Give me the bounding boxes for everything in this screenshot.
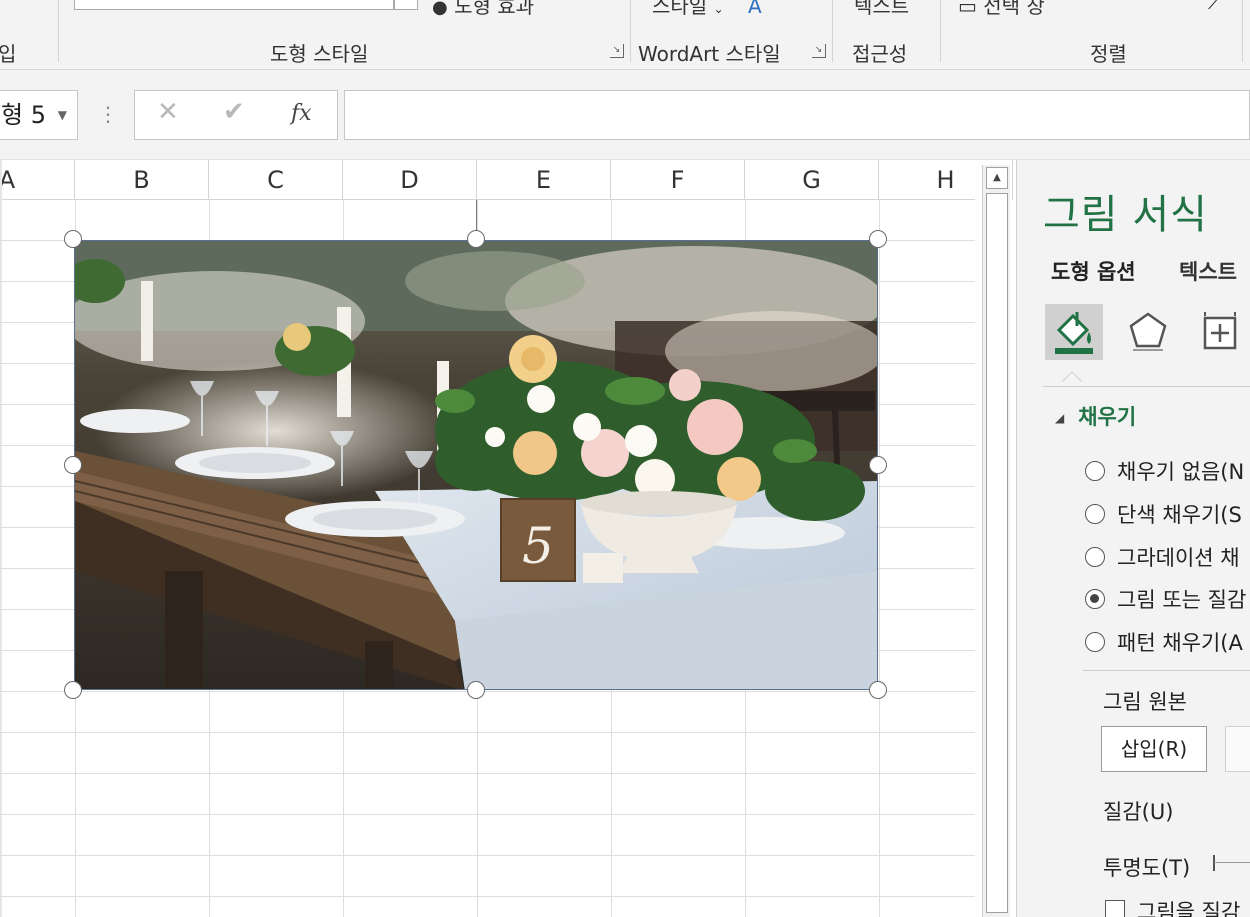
texture-label: 질감(U) bbox=[1103, 800, 1174, 824]
fill-section-label: 채우기 bbox=[1078, 405, 1137, 429]
column-header-a[interactable]: A bbox=[0, 160, 75, 200]
shape-effects-icon: ● bbox=[432, 0, 448, 18]
fill-option-label: 그림 또는 질감 bbox=[1117, 588, 1247, 612]
format-picture-pane: 그림 서식 도형 옵션 텍스트 ◢ 채우기 채우기 없음(N 단색 채우기(S bbox=[1016, 160, 1250, 917]
ribbon-separator bbox=[630, 0, 631, 62]
effects-icon[interactable] bbox=[1119, 304, 1177, 360]
radio-button[interactable] bbox=[1085, 547, 1105, 567]
text-fill-icon: A bbox=[747, 0, 762, 18]
transparency-label: 투명도(T) bbox=[1103, 856, 1191, 880]
tile-picture-label: 그림을 질감 bbox=[1137, 900, 1241, 917]
alt-text-button[interactable]: 텍스트 bbox=[854, 0, 909, 19]
column-header-d[interactable]: D bbox=[343, 160, 477, 200]
resize-handle-bottom-right[interactable] bbox=[869, 681, 887, 699]
radio-button-selected[interactable] bbox=[1085, 589, 1105, 609]
scroll-up-icon[interactable]: ▲ bbox=[986, 167, 1008, 189]
fill-option-label: 그라데이션 채 bbox=[1117, 546, 1240, 570]
shape-styles-launcher[interactable]: ↘ bbox=[610, 44, 624, 58]
chevron-down-icon[interactable]: ▼ bbox=[58, 91, 67, 139]
ribbon: 입 ● 도형 효과 도형 스타일 ↘ 스타일 ⌄ A WordArt 스타일 ↘… bbox=[0, 0, 1250, 70]
fill-section-header[interactable]: ◢ 채우기 bbox=[1055, 401, 1136, 431]
collapse-triangle-icon[interactable]: ◢ bbox=[1055, 411, 1064, 425]
wordart-styles-button[interactable]: 스타일 ⌄ A bbox=[652, 0, 762, 19]
fill-line-icon[interactable] bbox=[1045, 304, 1103, 360]
formula-input[interactable] bbox=[344, 90, 1250, 140]
shape-style-gallery[interactable] bbox=[74, 0, 394, 10]
insert-function-button[interactable]: fx bbox=[291, 101, 312, 126]
fill-option-solid[interactable]: 단색 채우기(S bbox=[1085, 499, 1242, 529]
radio-button[interactable] bbox=[1085, 632, 1105, 652]
resize-handle-bottom[interactable] bbox=[467, 681, 485, 699]
picture-image: 5 bbox=[75, 241, 877, 689]
ribbon-group-shape-styles: 도형 스타일 bbox=[270, 42, 369, 66]
fill-option-none[interactable]: 채우기 없음(N bbox=[1085, 456, 1244, 486]
tab-text-options[interactable]: 텍스트 bbox=[1179, 256, 1237, 286]
column-headers: A B C D E F G H bbox=[0, 160, 1013, 200]
ribbon-separator bbox=[1242, 0, 1243, 62]
resize-handle-left[interactable] bbox=[64, 456, 82, 474]
ribbon-group-wordart: WordArt 스타일 bbox=[638, 42, 781, 66]
transparency-slider-handle[interactable] bbox=[1213, 855, 1215, 871]
ribbon-separator bbox=[58, 0, 59, 62]
insert-button[interactable]: 삽입(R) bbox=[1101, 726, 1207, 772]
resize-handle-top-right[interactable] bbox=[869, 230, 887, 248]
cancel-icon[interactable]: ✕ bbox=[157, 97, 179, 127]
name-box-value: 형 5 bbox=[1, 101, 46, 129]
resize-handle-right[interactable] bbox=[869, 456, 887, 474]
tab-shape-options[interactable]: 도형 옵션 bbox=[1051, 256, 1136, 286]
formula-bar: 형 5 ▼ ⋮ ✕ ✔ fx bbox=[0, 70, 1250, 160]
rotation-handle[interactable] bbox=[467, 230, 485, 248]
shape-effects-label: 도형 효과 bbox=[454, 0, 535, 18]
vertical-scrollbar[interactable]: ▲ bbox=[982, 165, 1010, 917]
clipboard-button[interactable] bbox=[1225, 726, 1250, 772]
ribbon-group-arrange: 정렬 bbox=[1090, 42, 1127, 66]
pane-title: 그림 서식 bbox=[1043, 192, 1208, 238]
size-properties-icon[interactable] bbox=[1193, 304, 1250, 360]
enter-icon[interactable]: ✔ bbox=[223, 97, 245, 127]
shape-effects-button[interactable]: ● 도형 효과 bbox=[432, 0, 534, 19]
fill-option-label: 채우기 없음(N bbox=[1117, 460, 1245, 484]
rotate-icon[interactable]: ⟋ bbox=[1208, 0, 1222, 14]
selection-pane-label: 선택 창 bbox=[983, 0, 1045, 18]
formula-buttons: ✕ ✔ fx bbox=[134, 90, 338, 140]
ribbon-group-left-fragment: 입 bbox=[0, 38, 16, 67]
transparency-slider[interactable] bbox=[1214, 862, 1250, 863]
shape-style-gallery-more[interactable] bbox=[394, 0, 418, 10]
pane-divider bbox=[1043, 386, 1250, 387]
formula-bar-grip-icon[interactable]: ⋮ bbox=[98, 102, 118, 126]
tab-pointer bbox=[1062, 371, 1082, 391]
column-header-f[interactable]: F bbox=[611, 160, 745, 200]
column-header-c[interactable]: C bbox=[209, 160, 343, 200]
pane-divider bbox=[1083, 670, 1250, 671]
radio-button[interactable] bbox=[1085, 461, 1105, 481]
column-header-b[interactable]: B bbox=[75, 160, 209, 200]
resize-handle-top-left[interactable] bbox=[64, 230, 82, 248]
name-box[interactable]: 형 5 ▼ bbox=[0, 90, 78, 140]
fill-option-gradient[interactable]: 그라데이션 채 bbox=[1085, 542, 1240, 572]
column-header-g[interactable]: G bbox=[745, 160, 879, 200]
fill-option-label: 단색 채우기(S bbox=[1117, 503, 1242, 527]
scrollbar-thumb[interactable] bbox=[986, 193, 1008, 913]
wedding-table-picture[interactable]: 5 bbox=[74, 240, 878, 690]
wordart-launcher[interactable]: ↘ bbox=[812, 44, 826, 58]
fill-option-pattern[interactable]: 패턴 채우기(A bbox=[1085, 627, 1243, 657]
ribbon-separator bbox=[940, 0, 941, 62]
fill-option-picture-texture[interactable]: 그림 또는 질감 bbox=[1085, 584, 1246, 614]
selection-pane-button[interactable]: ▭ 선택 창 bbox=[958, 0, 1045, 19]
ribbon-separator bbox=[832, 0, 833, 62]
table-number-label: 5 bbox=[522, 517, 554, 575]
resize-handle-bottom-left[interactable] bbox=[64, 681, 82, 699]
column-header-e[interactable]: E bbox=[477, 160, 611, 200]
tile-picture-checkbox[interactable] bbox=[1105, 900, 1125, 917]
fill-option-label: 패턴 채우기(A bbox=[1117, 631, 1243, 655]
radio-button[interactable] bbox=[1085, 504, 1105, 524]
selection-pane-icon: ▭ bbox=[958, 0, 977, 18]
wordart-styles-label: 스타일 bbox=[652, 0, 708, 18]
chevron-down-icon: ⌄ bbox=[713, 2, 724, 16]
ribbon-group-accessibility: 접근성 bbox=[852, 42, 908, 66]
picture-source-label: 그림 원본 bbox=[1103, 690, 1187, 714]
